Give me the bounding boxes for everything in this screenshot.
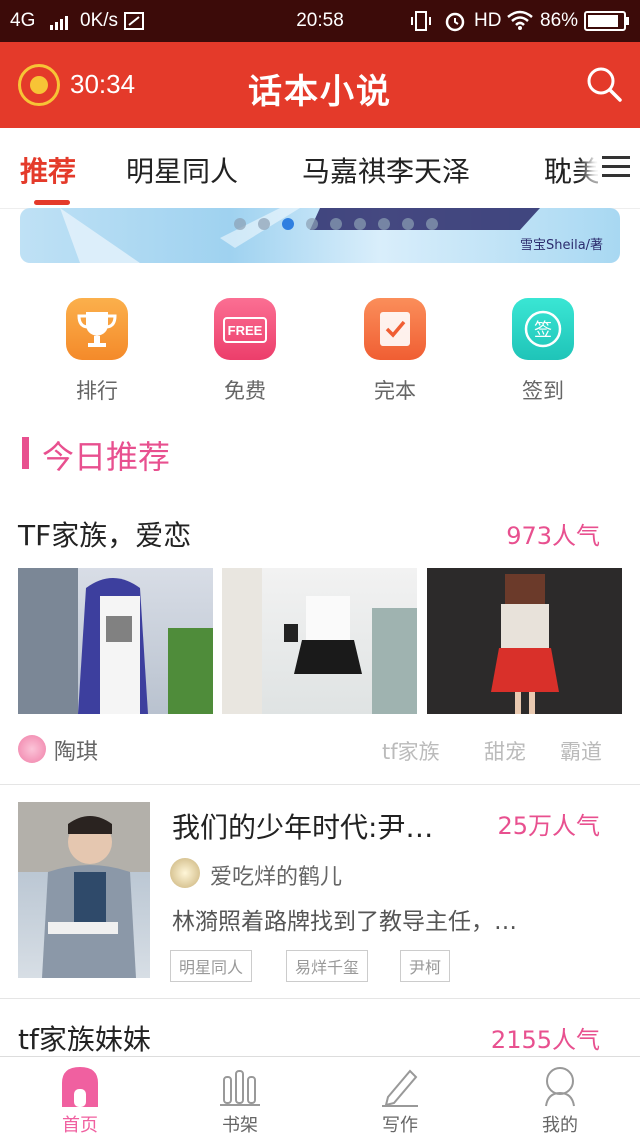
story-popularity: 2155人气	[490, 1026, 600, 1054]
story-tag[interactable]: 易烊千玺	[286, 950, 369, 982]
vibrate-icon	[410, 11, 432, 37]
nav-profile-label: 我的	[542, 1115, 578, 1136]
story-tag[interactable]: 尹柯	[400, 950, 451, 982]
profile-icon	[545, 1067, 575, 1107]
story-tag[interactable]: tf家族	[382, 736, 440, 766]
banner-dot[interactable]	[330, 218, 342, 230]
banner-dot[interactable]	[258, 218, 270, 230]
completed-label: 完本	[374, 379, 416, 403]
nav-home[interactable]: 首页	[0, 1057, 160, 1139]
nav-write-label: 写作	[382, 1115, 418, 1136]
story-cover-image[interactable]	[222, 568, 417, 714]
free-button[interactable]: FREE	[214, 298, 276, 360]
category-tabs: 推荐 明星同人 马嘉祺李天泽 耽美	[0, 128, 640, 209]
search-icon[interactable]	[586, 66, 622, 102]
banner-dot[interactable]	[306, 218, 318, 230]
battery-icon	[584, 11, 630, 37]
divider	[0, 998, 640, 999]
banner-dot[interactable]	[354, 218, 366, 230]
author-name[interactable]: 陶琪	[54, 734, 98, 766]
tab-recommend[interactable]: 推荐	[20, 150, 76, 190]
banner-dot[interactable]	[426, 218, 438, 230]
story-summary: 林漪照着路牌找到了教导主任，…	[172, 909, 517, 935]
banner-credit: 雪宝Sheila/著	[520, 238, 604, 253]
bookshelf-icon	[220, 1070, 260, 1106]
story-cover-image[interactable]	[427, 568, 622, 714]
author-avatar[interactable]	[18, 735, 46, 763]
story-cover-image[interactable]	[18, 568, 213, 714]
story-tag[interactable]: 明星同人	[170, 950, 253, 982]
divider	[0, 784, 640, 785]
tab-danmei[interactable]: 耽美	[544, 150, 600, 190]
battery-level: 86%	[540, 10, 579, 31]
ranking-label: 排行	[76, 379, 118, 403]
sign-in-icon: 签	[524, 310, 562, 348]
check-book-icon	[380, 312, 410, 346]
active-tab-indicator	[34, 200, 70, 205]
app-title: 话本小说	[248, 72, 392, 112]
story-title[interactable]: tf家族妹妹	[18, 1018, 151, 1058]
story-tag[interactable]: 甜宠	[484, 736, 526, 766]
banner-carousel[interactable]: 雪宝Sheila/著	[20, 208, 620, 263]
nav-profile[interactable]: 我的	[480, 1057, 640, 1139]
nav-bookshelf-label: 书架	[222, 1115, 258, 1136]
completed-button[interactable]	[364, 298, 426, 360]
banner-dot[interactable]	[402, 218, 414, 230]
tab-ma-jiaqi-li-tianze[interactable]: 马嘉祺李天泽	[302, 150, 470, 190]
nav-write[interactable]: 写作	[320, 1057, 480, 1139]
app-header: 30:34 话本小说	[0, 42, 640, 128]
author-name[interactable]: 爱吃烊的鹤儿	[210, 859, 342, 891]
author-avatar[interactable]	[170, 858, 200, 888]
nav-home-label: 首页	[62, 1115, 98, 1136]
banner-dot[interactable]	[378, 218, 390, 230]
story-title[interactable]: TF家族，爱恋	[18, 514, 191, 554]
nav-bookshelf[interactable]: 书架	[160, 1057, 320, 1139]
section-marker	[22, 437, 29, 469]
status-bar: 4G 0K/s 20:58 HD 86%	[0, 0, 640, 42]
pen-icon	[382, 1069, 418, 1107]
free-tag-icon: FREE	[223, 317, 267, 343]
sign-in-button[interactable]: 签	[512, 298, 574, 360]
free-label: 免费	[224, 379, 266, 403]
tab-celebrity-fanfic[interactable]: 明星同人	[126, 150, 238, 190]
menu-icon[interactable]	[598, 150, 632, 184]
alarm-icon	[444, 10, 466, 38]
bottom-navigation: 首页 书架 写作 我的	[0, 1056, 640, 1139]
home-icon	[62, 1067, 98, 1107]
banner-dot-active[interactable]	[282, 218, 294, 230]
story-popularity: 973人气	[506, 522, 600, 550]
trophy-icon	[77, 312, 117, 347]
svg-text:FREE: FREE	[228, 323, 263, 338]
story-title[interactable]: 我们的少年时代:尹…	[172, 806, 462, 846]
wifi-icon	[506, 10, 534, 36]
banner-dot[interactable]	[234, 218, 246, 230]
svg-text:签: 签	[534, 320, 552, 341]
hd-indicator: HD	[474, 10, 502, 31]
ranking-button[interactable]	[66, 298, 128, 360]
story-popularity: 25万人气	[497, 812, 600, 840]
section-title: 今日推荐	[42, 438, 171, 476]
story-cover-image[interactable]	[18, 802, 150, 978]
sign-in-label: 签到	[522, 379, 564, 403]
story-tag[interactable]: 霸道	[560, 736, 602, 766]
